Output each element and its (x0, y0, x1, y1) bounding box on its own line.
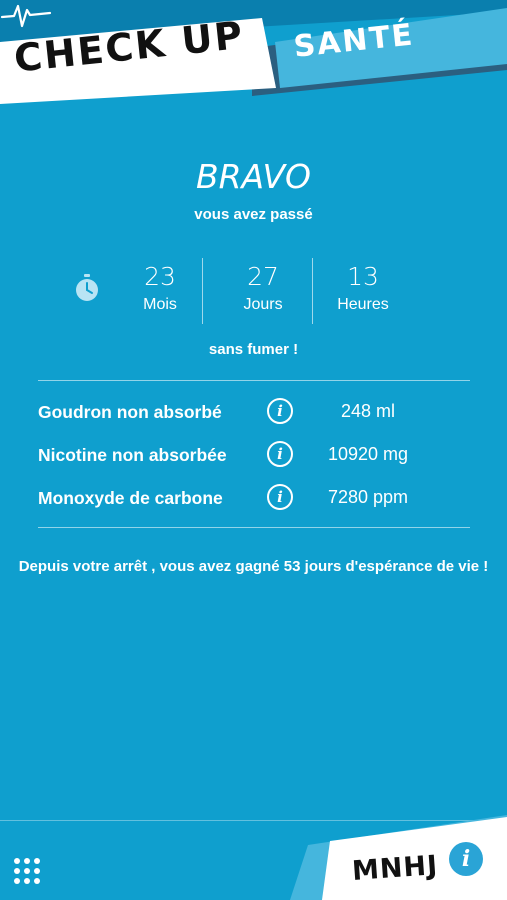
counter-days: 27 Jours (213, 262, 313, 314)
app-header: CHECK UP SANTÉ (0, 0, 507, 120)
stat-value: 248 ml (340, 401, 396, 421)
stopwatch-icon (76, 274, 98, 301)
stat-row-goudron: Goudron non absorbé i 248 ml (38, 398, 470, 428)
info-icon[interactable]: i (267, 441, 293, 467)
info-icon[interactable]: i (449, 842, 483, 876)
grid-menu-icon[interactable] (14, 858, 40, 884)
counter-divider (202, 258, 203, 324)
stat-label: Monoxyde de carbone (38, 488, 223, 508)
counter-months-unit: Mois (143, 296, 177, 313)
section-divider (38, 527, 470, 528)
life-expectancy-message: Depuis votre arrêt , vous avez gagné 53 … (18, 558, 489, 575)
stat-label: Nicotine non absorbée (38, 445, 227, 465)
counter-days-value: 27 (247, 262, 279, 291)
stat-label: Goudron non absorbé (38, 402, 222, 422)
info-icon[interactable]: i (267, 484, 293, 510)
stat-row-nicotine: Nicotine non absorbée i 10920 mg (38, 441, 470, 471)
section-divider (38, 380, 470, 381)
stat-row-monoxyde: Monoxyde de carbone i 7280 ppm (38, 484, 470, 514)
counter-hours: 13 Heures (313, 262, 413, 314)
counter-months-value: 23 (144, 262, 176, 291)
counter-suffix: sans fumer ! (208, 341, 299, 358)
counter-hours-unit: Heures (337, 296, 389, 313)
headline: BRAVO (195, 157, 312, 196)
stat-value: 7280 ppm (327, 487, 409, 507)
stat-value: 10920 mg (327, 444, 409, 464)
counter-hours-value: 13 (347, 262, 379, 291)
counter-months: 23 Mois (110, 262, 210, 314)
brand-logo[interactable]: MNHJ (351, 850, 439, 887)
info-icon[interactable]: i (267, 398, 293, 424)
subtitle: vous avez passé (194, 206, 313, 223)
counter-days-unit: Jours (243, 296, 283, 313)
heartbeat-icon (0, 4, 52, 28)
app-screen: CHECK UP SANTÉ BRAVO vous avez passé 23 … (0, 0, 507, 900)
